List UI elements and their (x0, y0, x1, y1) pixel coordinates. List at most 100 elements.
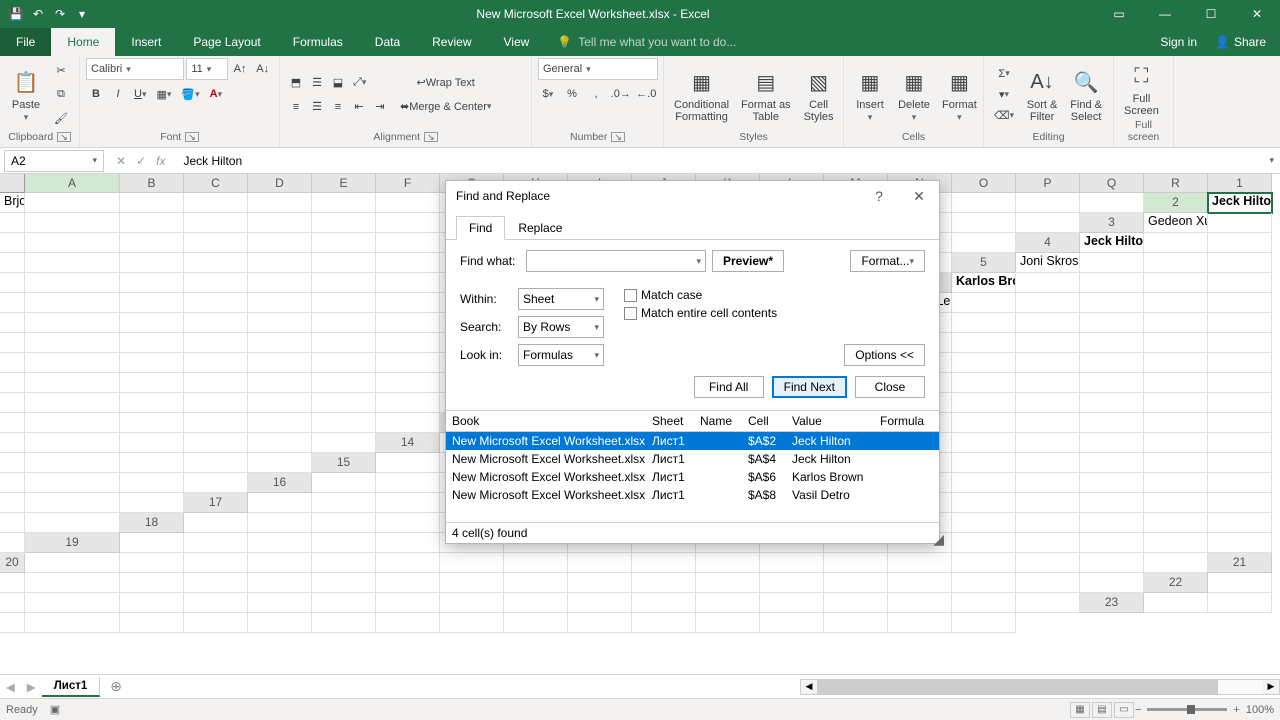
cell[interactable] (952, 473, 1016, 493)
cell[interactable] (952, 513, 1016, 533)
font-size-combo[interactable]: 11▾ (186, 58, 227, 80)
cell[interactable] (1144, 293, 1208, 313)
cell[interactable] (25, 273, 120, 293)
percent-format-icon[interactable]: % (562, 84, 582, 104)
cell[interactable] (184, 253, 248, 273)
sheet-nav-prev[interactable]: ◀ (0, 680, 21, 694)
cell[interactable] (1016, 453, 1080, 473)
cell[interactable] (0, 513, 25, 533)
cell[interactable] (25, 293, 120, 313)
cell[interactable] (184, 393, 248, 413)
cell[interactable] (312, 473, 376, 493)
column-header[interactable]: P (1016, 174, 1080, 193)
cell[interactable] (1144, 353, 1208, 373)
cell[interactable] (376, 293, 440, 313)
select-all-cell[interactable] (0, 174, 25, 193)
cell[interactable] (312, 253, 376, 273)
results-row[interactable]: New Microsoft Excel Worksheet.xlsxЛист1$… (446, 450, 939, 468)
match-entire-checkbox[interactable]: Match entire cell contents (624, 306, 777, 320)
cell[interactable]: Gedeon Xuy (1144, 213, 1208, 233)
cell[interactable] (120, 293, 184, 313)
formula-expand-icon[interactable]: ▾ (1263, 155, 1280, 166)
signin-link[interactable]: Sign in (1160, 35, 1197, 49)
sort-filter-button[interactable]: A↓Sort & Filter (1022, 64, 1062, 125)
cell[interactable] (888, 593, 952, 613)
ribbon-display-icon[interactable]: ▭ (1096, 0, 1142, 28)
cell[interactable] (696, 593, 760, 613)
cell[interactable] (0, 533, 25, 553)
cell[interactable] (120, 593, 184, 613)
cell[interactable] (0, 393, 25, 413)
format-button[interactable]: Format... ▾ (850, 250, 925, 272)
lookin-select[interactable]: Formulas▾ (518, 344, 604, 366)
cell[interactable]: Jeck Hilton (1208, 193, 1272, 213)
cell[interactable] (248, 233, 312, 253)
copy-button[interactable]: ⧉ (50, 85, 72, 105)
cell[interactable] (1016, 273, 1080, 293)
cell[interactable] (1208, 533, 1272, 553)
cell[interactable] (888, 613, 952, 633)
cell[interactable] (0, 453, 25, 473)
cell[interactable] (824, 613, 888, 633)
cell[interactable] (120, 373, 184, 393)
cell[interactable] (248, 353, 312, 373)
tab-data[interactable]: Data (359, 28, 416, 56)
cell[interactable] (1144, 313, 1208, 333)
save-icon[interactable]: 💾 (8, 6, 24, 22)
cell[interactable] (440, 593, 504, 613)
cell[interactable] (312, 213, 376, 233)
find-next-button[interactable]: Find Next (772, 376, 847, 398)
full-screen-button[interactable]: ⛶Full Screen (1120, 58, 1163, 119)
cell[interactable] (376, 513, 440, 533)
cell[interactable] (504, 553, 568, 573)
cell[interactable] (0, 273, 25, 293)
cell[interactable] (952, 333, 1016, 353)
comma-format-icon[interactable]: , (586, 84, 606, 104)
cell[interactable]: Karlos Brown (952, 273, 1016, 293)
row-header[interactable]: 4 (1016, 233, 1080, 253)
cell[interactable] (184, 573, 248, 593)
row-header[interactable]: 23 (1080, 593, 1144, 613)
cell[interactable] (376, 413, 440, 433)
cell[interactable] (952, 573, 1016, 593)
column-header[interactable]: C (184, 174, 248, 193)
fill-color-button[interactable]: 🪣▾ (177, 84, 203, 104)
cell[interactable] (1016, 333, 1080, 353)
cell[interactable] (1016, 413, 1080, 433)
find-all-button[interactable]: Find All (694, 376, 764, 398)
cell[interactable] (184, 453, 248, 473)
cell[interactable] (1208, 213, 1272, 233)
borders-button[interactable]: ▦▾ (152, 84, 175, 104)
cell[interactable] (120, 253, 184, 273)
cell[interactable] (184, 553, 248, 573)
cell[interactable] (376, 353, 440, 373)
cell[interactable] (760, 573, 824, 593)
cell[interactable] (376, 593, 440, 613)
cell[interactable] (376, 473, 440, 493)
cell[interactable] (184, 213, 248, 233)
cell[interactable] (312, 513, 376, 533)
search-select[interactable]: By Rows▾ (518, 316, 604, 338)
cell[interactable] (1208, 413, 1272, 433)
qat-customize-icon[interactable]: ▾ (74, 6, 90, 22)
cell[interactable] (1208, 273, 1272, 293)
zoom-level[interactable]: 100% (1246, 704, 1274, 716)
cell[interactable] (1208, 333, 1272, 353)
underline-button[interactable]: U▾ (130, 84, 150, 104)
cell[interactable] (1144, 533, 1208, 553)
cell[interactable] (824, 553, 888, 573)
cell[interactable] (1144, 553, 1208, 573)
cell[interactable] (248, 393, 312, 413)
cell[interactable] (248, 213, 312, 233)
cell[interactable] (248, 373, 312, 393)
cancel-formula-icon[interactable]: ✕ (116, 154, 126, 168)
clipboard-launcher[interactable]: ↘ (57, 132, 71, 142)
cell[interactable] (1208, 393, 1272, 413)
cell[interactable] (312, 293, 376, 313)
cell[interactable] (184, 593, 248, 613)
row-header[interactable]: 19 (25, 533, 120, 553)
cell[interactable] (952, 553, 1016, 573)
paste-button[interactable]: 📋 Paste ▾ (6, 64, 46, 125)
cell[interactable] (248, 433, 312, 453)
cell[interactable] (1144, 593, 1208, 613)
